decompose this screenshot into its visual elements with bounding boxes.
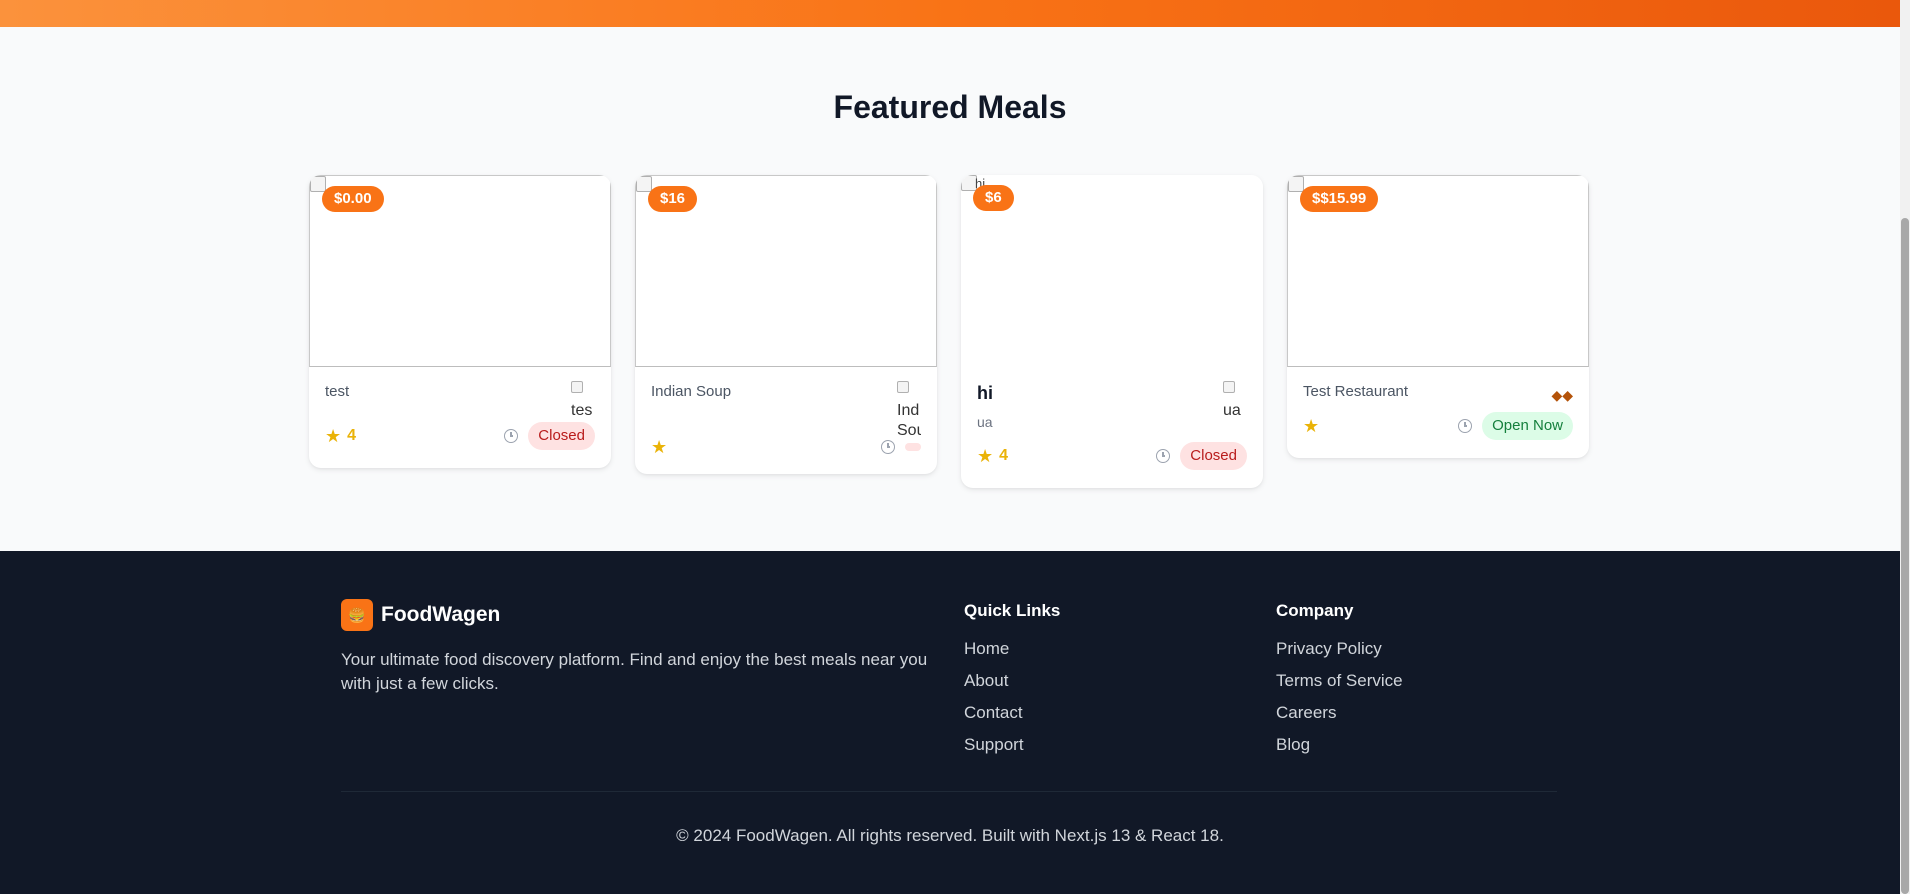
footer-brand[interactable]: 🍔 FoodWagen — [341, 599, 500, 631]
status-badge: Closed — [528, 422, 595, 450]
footer-link-terms[interactable]: Terms of Service — [1276, 671, 1403, 691]
meal-image: hi $6 — [961, 175, 1263, 367]
footer-link-careers[interactable]: Careers — [1276, 703, 1403, 723]
meal-card[interactable]: $16 Indian Soup Ind Sou ★ — [635, 175, 937, 474]
broken-image-icon — [1223, 381, 1235, 393]
meal-card[interactable]: $$15.99 Test Restaurant ◆◆ ★ Open Now — [1287, 175, 1589, 458]
rating: ★ 4 — [325, 427, 356, 445]
column-title: Quick Links — [964, 601, 1061, 620]
burger-icon: 🍔 — [341, 599, 373, 631]
restaurant-logo: ua — [1223, 381, 1247, 421]
price-badge: $16 — [648, 186, 698, 212]
header-gradient-bar — [0, 0, 1900, 27]
restaurant-logo-icon: ◆◆ — [1551, 387, 1573, 403]
brand-description: Your ultimate food discovery platform. F… — [341, 650, 928, 693]
star-icon: ★ — [977, 446, 994, 466]
clock-icon — [1156, 449, 1171, 463]
price-badge: $$15.99 — [1300, 186, 1379, 212]
footer-link-privacy[interactable]: Privacy Policy — [1276, 639, 1403, 659]
copyright-text: © 2024 FoodWagen. All rights reserved. B… — [676, 826, 1224, 845]
meal-name: Indian Soup — [651, 383, 732, 400]
price-badge: $6 — [973, 185, 1014, 211]
clock-icon — [1458, 419, 1473, 433]
footer-divider — [341, 791, 1557, 792]
broken-image-icon — [897, 381, 909, 393]
restaurant-name: ua — [977, 414, 993, 430]
clock-icon — [881, 440, 895, 454]
status-badge: Closed — [1180, 442, 1247, 470]
restaurant-logo: Ind Sou — [897, 381, 921, 441]
rating: ★ 4 — [977, 447, 1008, 465]
broken-image-icon — [571, 381, 583, 393]
rating-value: 4 — [999, 447, 1009, 464]
featured-meals-section: Featured Meals $0.00 test tes ★ 4 Closed — [0, 27, 1900, 551]
status-badge: Open Now — [1482, 412, 1573, 440]
footer-link-contact[interactable]: Contact — [964, 703, 1060, 723]
scrollbar-track[interactable] — [1900, 0, 1910, 894]
footer-link-home[interactable]: Home — [964, 639, 1060, 659]
footer-link-blog[interactable]: Blog — [1276, 735, 1403, 755]
broken-image-icon — [1288, 176, 1304, 192]
broken-image-icon — [310, 176, 326, 192]
broken-image-icon — [636, 176, 652, 192]
company-column: Company Privacy Policy Terms of Service … — [1276, 601, 1403, 767]
star-icon: ★ — [1303, 416, 1320, 436]
status-badge — [905, 443, 921, 451]
meal-image: $16 — [635, 175, 937, 367]
meal-card[interactable]: hi $6 hi ua ua ★ 4 Closed — [961, 175, 1263, 488]
footer-link-support[interactable]: Support — [964, 735, 1060, 755]
site-footer: 🍔 FoodWagen Your ultimate food discovery… — [0, 551, 1900, 894]
price-badge: $0.00 — [322, 186, 384, 212]
meal-image: $$15.99 — [1287, 175, 1589, 367]
section-title: Featured Meals — [833, 89, 1067, 125]
footer-link-about[interactable]: About — [964, 671, 1060, 691]
meal-name: hi — [977, 383, 993, 403]
quick-links-column: Quick Links Home About Contact Support — [964, 601, 1060, 767]
meal-image: $0.00 — [309, 175, 611, 367]
column-title: Company — [1276, 601, 1354, 620]
clock-icon — [504, 429, 519, 443]
meal-name: Test Restaurant — [1303, 383, 1409, 400]
meal-card[interactable]: $0.00 test tes ★ 4 Closed — [309, 175, 611, 468]
rating-value: 4 — [347, 427, 357, 444]
star-icon: ★ — [651, 437, 668, 457]
brand-name: FoodWagen — [381, 603, 501, 626]
rating: ★ — [1303, 417, 1319, 435]
scrollbar-thumb[interactable] — [1901, 218, 1909, 894]
restaurant-logo: tes — [571, 381, 595, 421]
star-icon: ★ — [325, 426, 342, 446]
rating: ★ — [651, 438, 667, 456]
meal-name: test — [325, 383, 350, 400]
